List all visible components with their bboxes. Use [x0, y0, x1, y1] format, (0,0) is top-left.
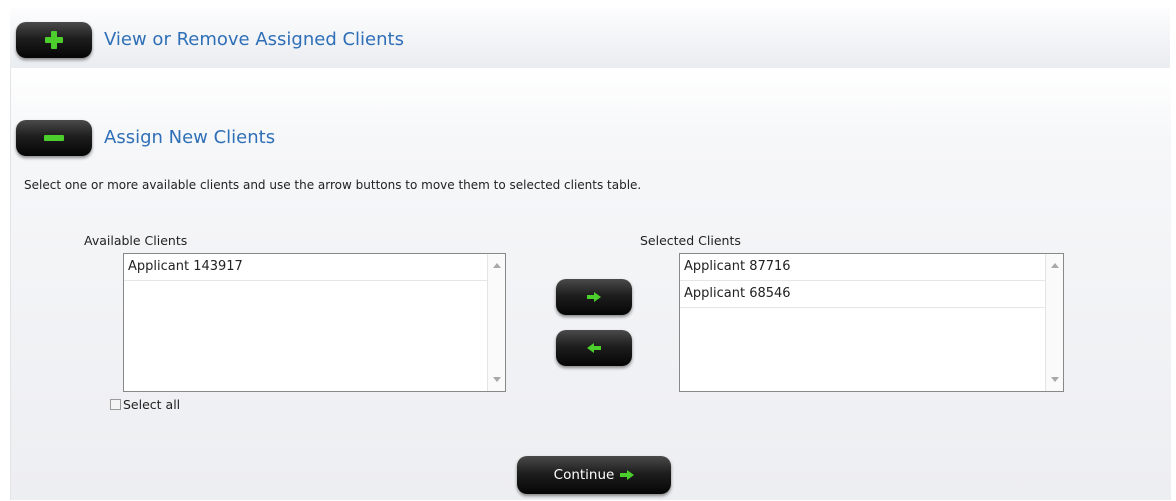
- instructions-text: Select one or more available clients and…: [24, 178, 642, 192]
- plus-icon: [45, 31, 63, 49]
- continue-label: Continue: [553, 467, 615, 483]
- move-to-selected-button[interactable]: [556, 279, 632, 315]
- selected-client-item[interactable]: Applicant 68546: [680, 281, 1045, 308]
- available-client-item[interactable]: Applicant 143917: [124, 254, 487, 281]
- scroll-down-icon[interactable]: [493, 377, 501, 382]
- collapse-assign-new-button[interactable]: [16, 120, 92, 156]
- selected-clients-list[interactable]: Applicant 87716 Applicant 68546: [679, 253, 1064, 392]
- arrow-right-icon: [620, 470, 635, 480]
- available-clients-list[interactable]: Applicant 143917: [123, 253, 506, 392]
- view-remove-section-title[interactable]: View or Remove Assigned Clients: [104, 29, 404, 50]
- arrow-left-icon: [587, 343, 601, 353]
- selected-clients-scrollbar[interactable]: [1045, 254, 1063, 391]
- available-clients-scrollbar[interactable]: [487, 254, 505, 391]
- select-all-label: Select all: [123, 397, 181, 412]
- select-all-checkbox[interactable]: [110, 399, 121, 410]
- selected-clients-label: Selected Clients: [640, 233, 741, 248]
- arrow-right-icon: [587, 292, 601, 302]
- scroll-down-icon[interactable]: [1051, 377, 1059, 382]
- minus-icon: [44, 135, 64, 141]
- assign-new-section-title[interactable]: Assign New Clients: [104, 127, 275, 148]
- move-to-available-button[interactable]: [556, 330, 632, 366]
- scroll-up-icon[interactable]: [493, 263, 501, 268]
- continue-button[interactable]: Continue: [517, 456, 671, 494]
- expand-view-remove-button[interactable]: [16, 22, 92, 58]
- select-all-control[interactable]: Select all: [110, 397, 180, 412]
- scroll-up-icon[interactable]: [1051, 263, 1059, 268]
- selected-client-item[interactable]: Applicant 87716: [680, 254, 1045, 281]
- available-clients-label: Available Clients: [84, 233, 188, 248]
